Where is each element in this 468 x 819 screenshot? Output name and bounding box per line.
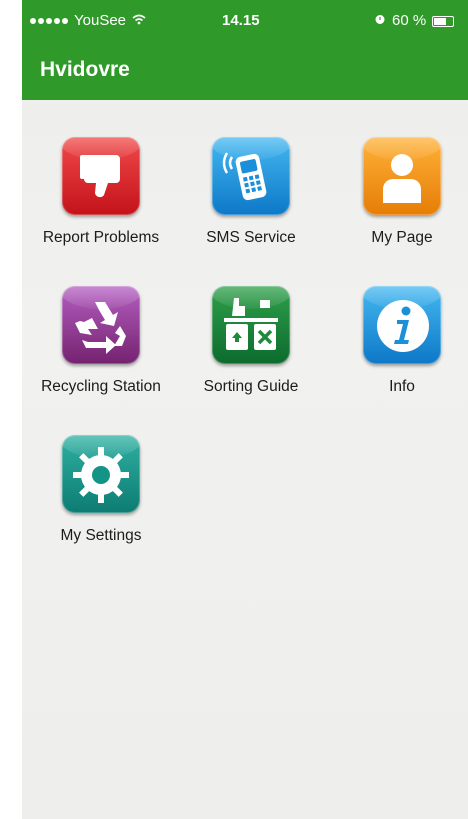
- battery-icon: [432, 15, 455, 27]
- info-icon: [363, 286, 441, 364]
- signal-dots-icon: [30, 18, 68, 24]
- menu-item-recycling-station[interactable]: Recycling Station: [26, 286, 176, 396]
- menu-item-label: My Settings: [60, 527, 142, 544]
- person-icon: [363, 137, 441, 215]
- sorting-bins-icon: [212, 286, 290, 364]
- alarm-icon: [374, 12, 386, 30]
- clock: 14.15: [222, 12, 260, 29]
- recycle-icon: [62, 286, 140, 364]
- battery-percent: 60 %: [392, 12, 427, 29]
- status-right-group: 60 %: [374, 12, 455, 30]
- menu-item-label: Info: [389, 378, 415, 395]
- menu-item-my-settings[interactable]: My Settings: [26, 435, 176, 545]
- menu-item-sorting-guide[interactable]: Sorting Guide: [176, 286, 326, 396]
- carrier-name: YouSee: [74, 12, 127, 29]
- menu-item-report-problems[interactable]: Report Problems: [26, 137, 176, 247]
- menu-item-label: Report Problems: [42, 229, 160, 246]
- menu-item-label: SMS Service: [206, 229, 296, 246]
- page-title: Hvidovre: [40, 58, 130, 81]
- menu-item-label: Sorting Guide: [203, 378, 299, 395]
- status-bar: YouSee 14.15 60 %: [22, 0, 468, 42]
- menu-item-info[interactable]: Info: [327, 286, 468, 396]
- menu-item-sms-service[interactable]: SMS Service: [176, 137, 326, 247]
- app-screen: YouSee 14.15 60 % Hvidovre Report Proble…: [22, 0, 468, 819]
- wifi-icon: [132, 12, 146, 30]
- menu-item-label: Recycling Station: [41, 378, 161, 395]
- mobile-phone-icon: [212, 137, 290, 215]
- nav-bar: Hvidovre: [22, 42, 468, 100]
- menu-item-my-page[interactable]: My Page: [327, 137, 468, 247]
- carrier-group: YouSee: [30, 12, 146, 30]
- menu-item-label: My Page: [371, 229, 433, 246]
- gear-icon: [62, 435, 140, 513]
- thumbs-down-icon: [62, 137, 140, 215]
